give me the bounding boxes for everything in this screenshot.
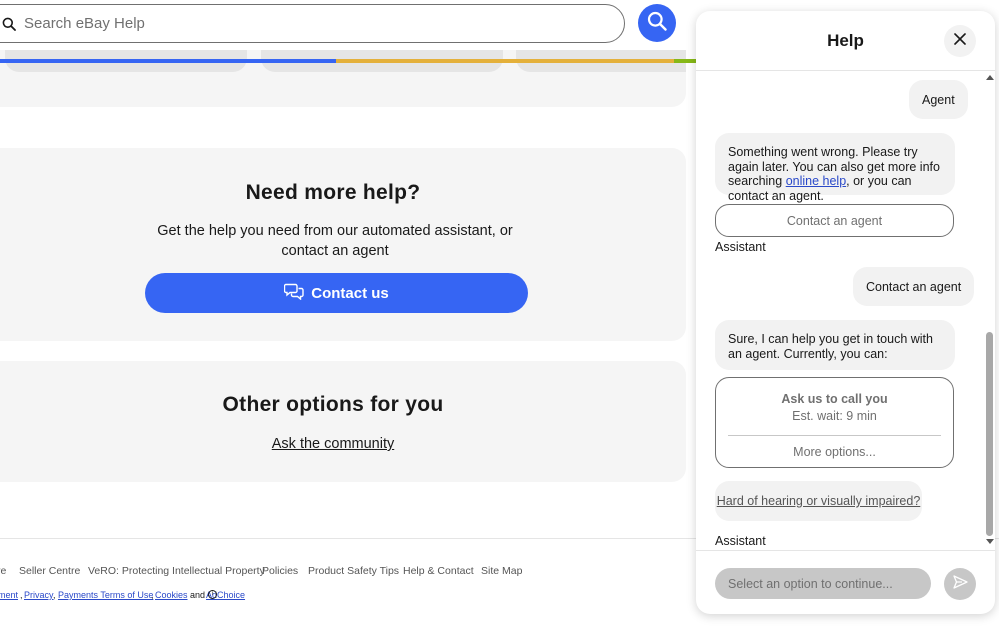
legal-separator: ,: [53, 590, 56, 600]
ask-community-link[interactable]: Ask the community: [0, 436, 686, 452]
close-button[interactable]: [944, 25, 976, 57]
adchoice-icon: i: [208, 590, 217, 599]
online-help-link[interactable]: online help: [786, 174, 846, 188]
user-message: Agent: [909, 80, 968, 119]
scroll-down-arrow-icon[interactable]: [986, 539, 994, 544]
progress-bar-green: [674, 59, 698, 63]
need-more-help-section: Need more help? Get the help you need fr…: [0, 148, 686, 341]
assistant-message: Sure, I can help you get in touch with a…: [715, 320, 955, 370]
other-options-section: Other options for you Ask the community: [0, 361, 686, 482]
ask-us-to-call-option[interactable]: Ask us to call you: [716, 392, 953, 406]
contact-us-label: Contact us: [311, 284, 389, 302]
contact-agent-option-button[interactable]: Contact an agent: [715, 204, 954, 237]
chat-input[interactable]: [715, 568, 931, 599]
search-input[interactable]: [24, 15, 584, 32]
assistant-label: Assistant: [715, 240, 766, 254]
card-divider: [728, 435, 941, 436]
search-icon: [647, 11, 667, 36]
scroll-thumb[interactable]: [986, 332, 993, 536]
legal-link-cookies[interactable]: Cookies: [155, 590, 188, 600]
legal-separator: ,: [20, 590, 23, 600]
hearing-impaired-option[interactable]: Hard of hearing or visually impaired?: [715, 481, 922, 521]
scroll-up-arrow-icon[interactable]: [986, 75, 994, 80]
assistant-label: Assistant: [715, 534, 766, 548]
legal-link-payments-terms[interactable]: Payments Terms of Use: [58, 590, 153, 600]
estimated-wait: Est. wait: 9 min: [792, 409, 877, 423]
footer-link-policies[interactable]: Policies: [262, 565, 298, 577]
footer-link-vero[interactable]: VeRO: Protecting Intellectual Property: [88, 565, 265, 577]
legal-link-agreement[interactable]: ment: [0, 590, 18, 600]
search-icon: [1, 16, 17, 32]
more-options-button[interactable]: More options...: [716, 445, 953, 459]
chat-scrollbar[interactable]: [984, 72, 995, 550]
other-options-title: Other options for you: [222, 393, 444, 416]
close-icon: [954, 32, 966, 50]
send-icon: [952, 574, 968, 594]
search-button[interactable]: [638, 4, 676, 42]
send-button[interactable]: [944, 568, 976, 600]
footer-link-product-safety[interactable]: Product Safety Tips: [308, 565, 399, 577]
user-message: Contact an agent: [853, 267, 975, 306]
panel-header: Help: [696, 11, 995, 71]
footer-link-help-contact[interactable]: Help & Contact: [403, 565, 474, 577]
agent-options-card: Ask us to call you Est. wait: 9 min More…: [715, 377, 954, 468]
legal-and-text: and: [190, 590, 206, 600]
legal-separator: ,: [151, 590, 154, 600]
chat-bubbles-icon: [284, 282, 304, 304]
footer-link[interactable]: re: [0, 565, 6, 577]
need-more-help-subtitle: Get the help you need from our automated…: [157, 223, 513, 259]
footer-link-seller-centre[interactable]: Seller Centre: [19, 565, 80, 577]
progress-bar-blue: [0, 59, 336, 63]
chat-transcript[interactable]: Agent Something went wrong. Please try a…: [696, 72, 995, 550]
contact-us-button[interactable]: Contact us: [145, 273, 528, 313]
need-more-help-title: Need more help?: [245, 181, 421, 204]
legal-link-privacy[interactable]: Privacy: [24, 590, 54, 600]
panel-footer: [696, 550, 995, 614]
progress-bar-yellow: [336, 59, 674, 63]
help-chat-panel: Help Agent Something went wrong. Please …: [696, 11, 995, 614]
footer-link-site-map[interactable]: Site Map: [481, 565, 522, 577]
search-box[interactable]: [0, 4, 625, 43]
assistant-message: Something went wrong. Please try again l…: [715, 133, 955, 203]
